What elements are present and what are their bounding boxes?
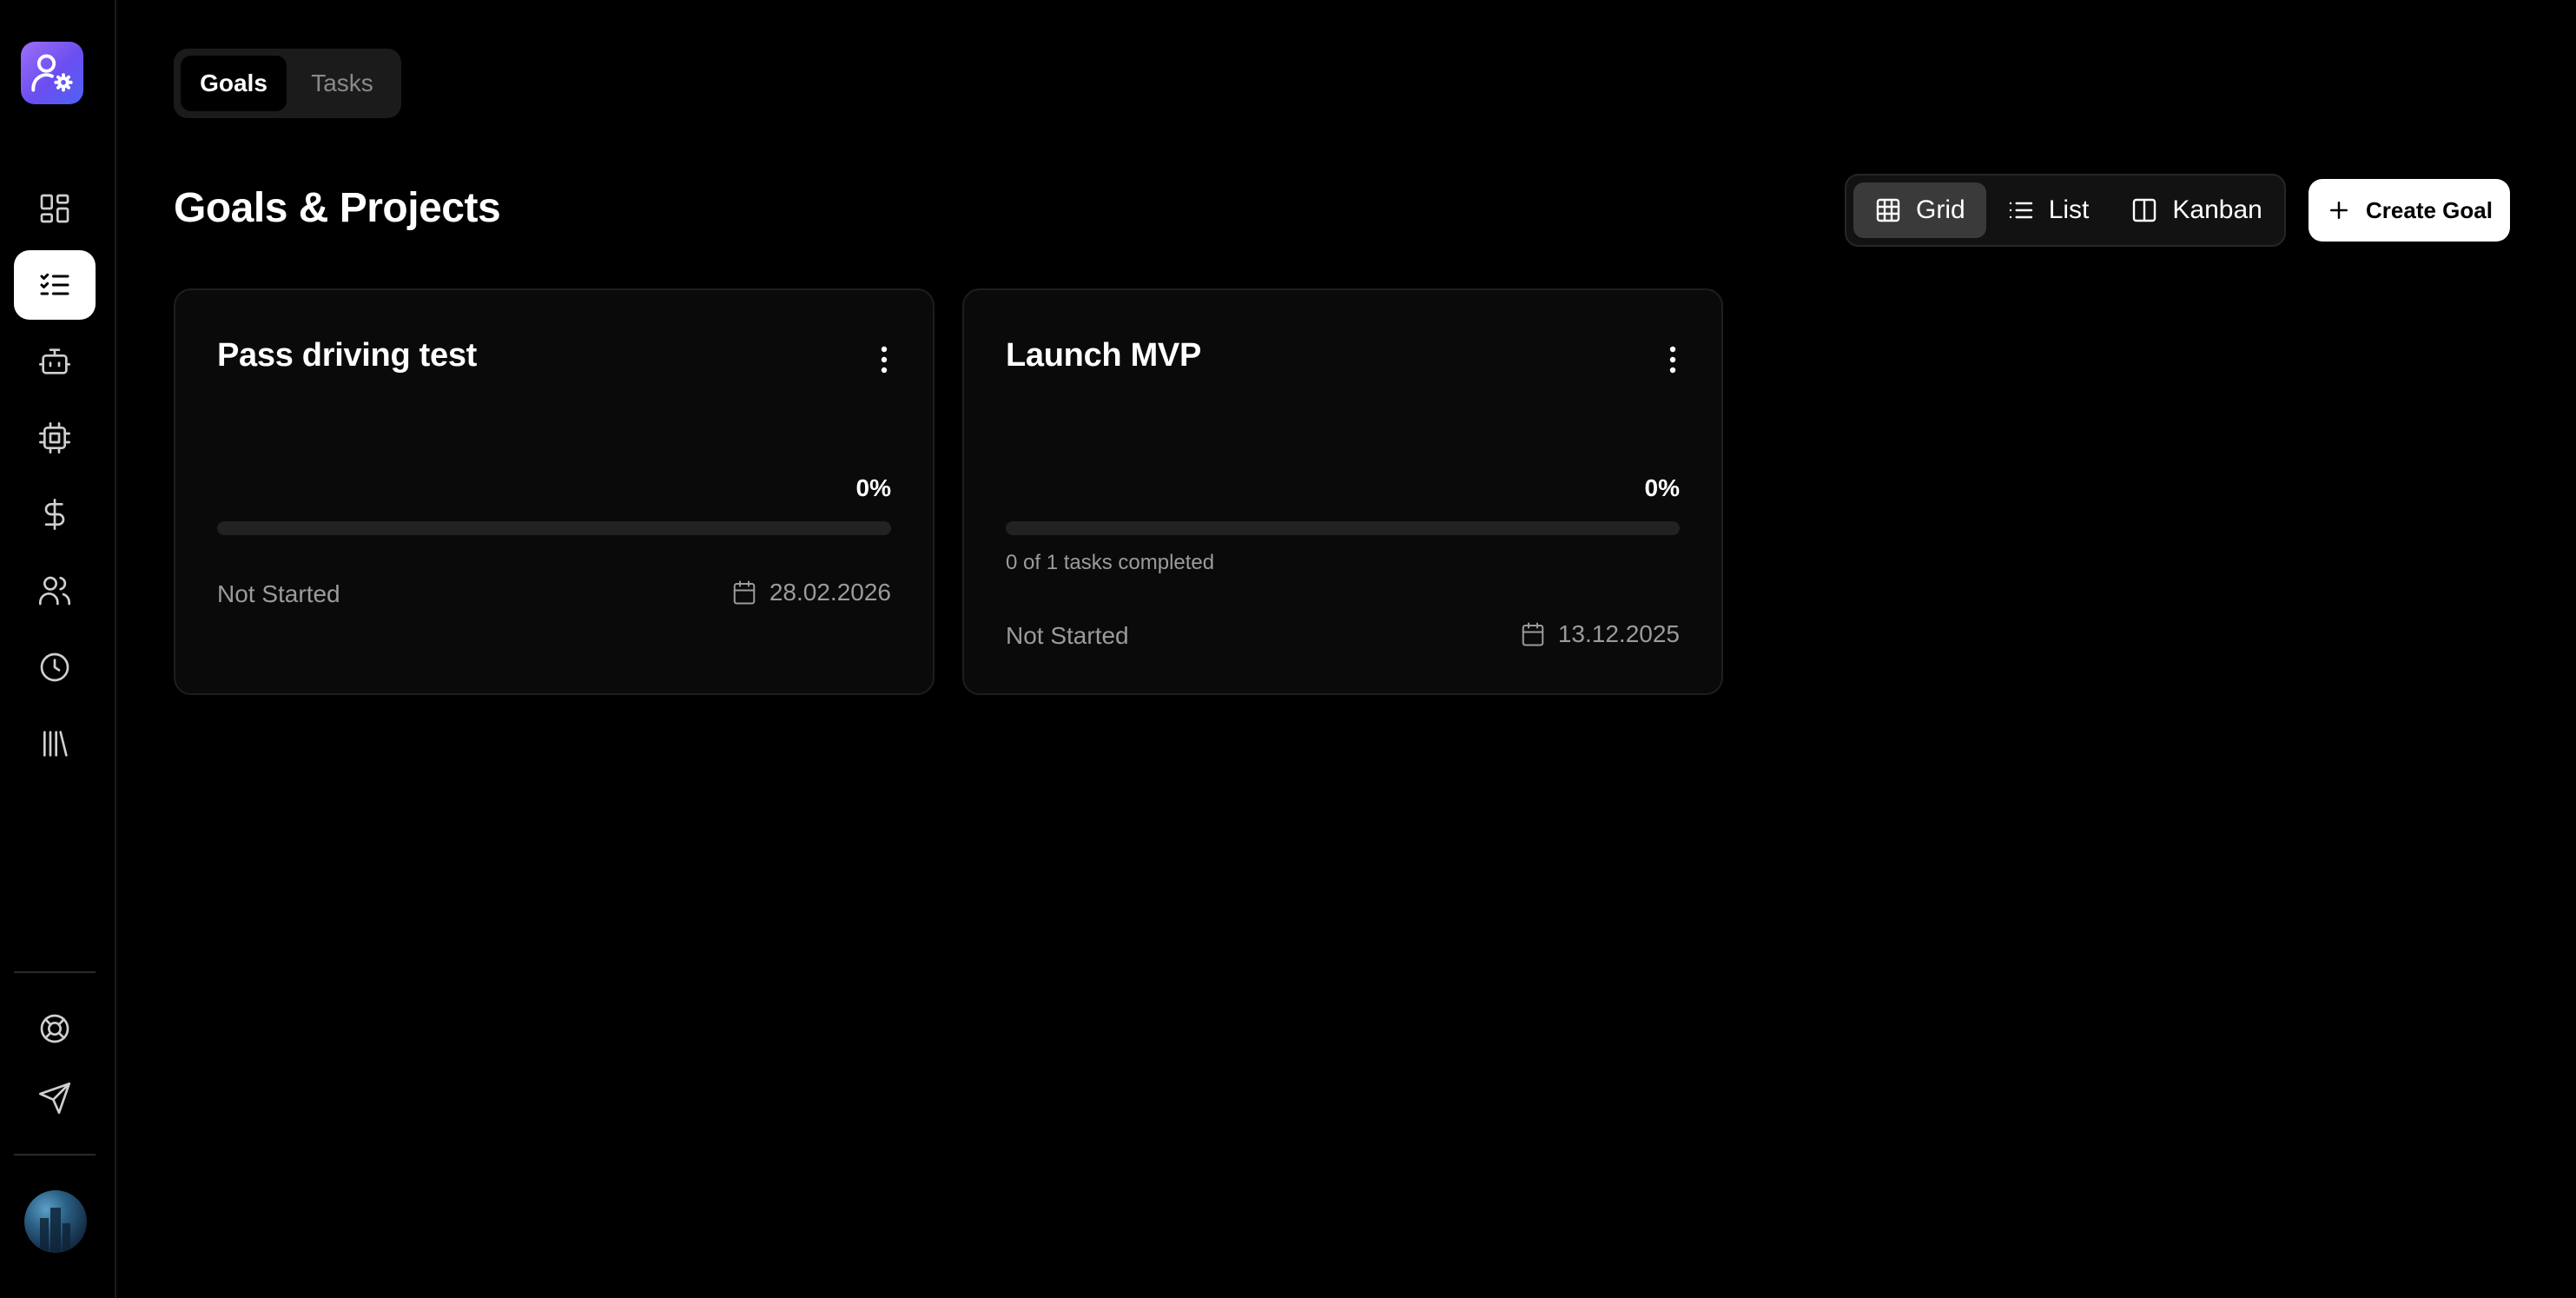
sidebar — [0, 0, 116, 1298]
clock-icon — [40, 652, 69, 682]
tab-goals[interactable]: Goals — [181, 56, 287, 111]
dollar-icon — [44, 499, 65, 530]
sidebar-item-feedback[interactable] — [14, 1063, 96, 1133]
sidebar-divider-bottom — [14, 1154, 96, 1156]
goal-status: Not Started — [217, 580, 340, 607]
goal-title: Launch MVP — [1006, 337, 1202, 374]
more-vertical-icon[interactable] — [1668, 346, 1678, 374]
view-switcher: Grid List Kanban — [1845, 174, 2286, 247]
sidebar-item-library[interactable] — [14, 709, 96, 778]
plus-icon — [2330, 202, 2348, 219]
send-icon — [39, 1083, 70, 1114]
lifebuoy-icon — [40, 1014, 69, 1043]
dashboard-icon — [40, 194, 69, 223]
goal-progress-percent: 0% — [855, 474, 891, 501]
view-kanban-button[interactable]: Kanban — [2110, 182, 2282, 238]
sidebar-item-finance[interactable] — [14, 480, 96, 549]
bot-icon — [39, 348, 70, 374]
grid-icon — [1876, 198, 1900, 222]
sidebar-item-cpu[interactable] — [14, 403, 96, 473]
create-goal-button[interactable]: Create Goal — [2308, 179, 2510, 242]
goal-status: Not Started — [1006, 622, 1129, 649]
user-settings-icon — [31, 54, 73, 92]
goal-date-text: 28.02.2026 — [769, 579, 891, 606]
sidebar-item-bots[interactable] — [14, 327, 96, 396]
sidebar-item-support[interactable] — [14, 994, 96, 1063]
view-grid-button[interactable]: Grid — [1853, 182, 1986, 238]
users-icon — [39, 576, 70, 606]
goal-due-date: 13.12.2025 — [1520, 620, 1680, 648]
cpu-icon — [39, 422, 70, 454]
goal-progress-bar — [217, 521, 891, 535]
sidebar-item-history[interactable] — [14, 632, 96, 702]
sidebar-divider — [14, 971, 96, 973]
view-kanban-label: Kanban — [2172, 195, 2262, 224]
goal-progress-percent: 0% — [1644, 474, 1680, 501]
goal-card[interactable]: Launch MVP 0% 0 of 1 tasks completed Not… — [962, 288, 1723, 695]
list-icon — [2009, 202, 2032, 219]
more-vertical-icon[interactable] — [879, 346, 889, 374]
goal-task-count: 0 of 1 tasks completed — [1006, 551, 1215, 574]
page-title: Goals & Projects — [174, 185, 501, 231]
create-goal-label: Create Goal — [2366, 196, 2493, 223]
sidebar-item-users[interactable] — [14, 556, 96, 626]
app-root: Goals Tasks Goals & Projects Grid List K… — [0, 0, 2576, 1298]
top-tabs: Goals Tasks — [174, 49, 401, 118]
calendar-icon — [733, 580, 756, 605]
view-list-button[interactable]: List — [1986, 182, 2110, 238]
goal-card[interactable]: Pass driving test 0% Not Started 28.02.2… — [174, 288, 935, 695]
view-list-label: List — [2048, 195, 2090, 224]
library-icon — [43, 731, 68, 757]
goal-progress-bar — [1006, 521, 1680, 535]
app-logo[interactable] — [21, 42, 83, 104]
view-grid-label: Grid — [1916, 195, 1965, 224]
tab-tasks[interactable]: Tasks — [290, 56, 394, 111]
avatar[interactable] — [24, 1190, 87, 1253]
goal-title: Pass driving test — [217, 337, 478, 374]
kanban-icon — [2133, 198, 2157, 222]
goal-date-text: 13.12.2025 — [1557, 620, 1680, 647]
sidebar-item-dashboard[interactable] — [14, 174, 96, 243]
goal-due-date: 28.02.2026 — [731, 579, 891, 606]
checklist-icon — [40, 273, 69, 295]
calendar-icon — [1522, 622, 1544, 646]
sidebar-item-goals[interactable] — [14, 250, 96, 320]
